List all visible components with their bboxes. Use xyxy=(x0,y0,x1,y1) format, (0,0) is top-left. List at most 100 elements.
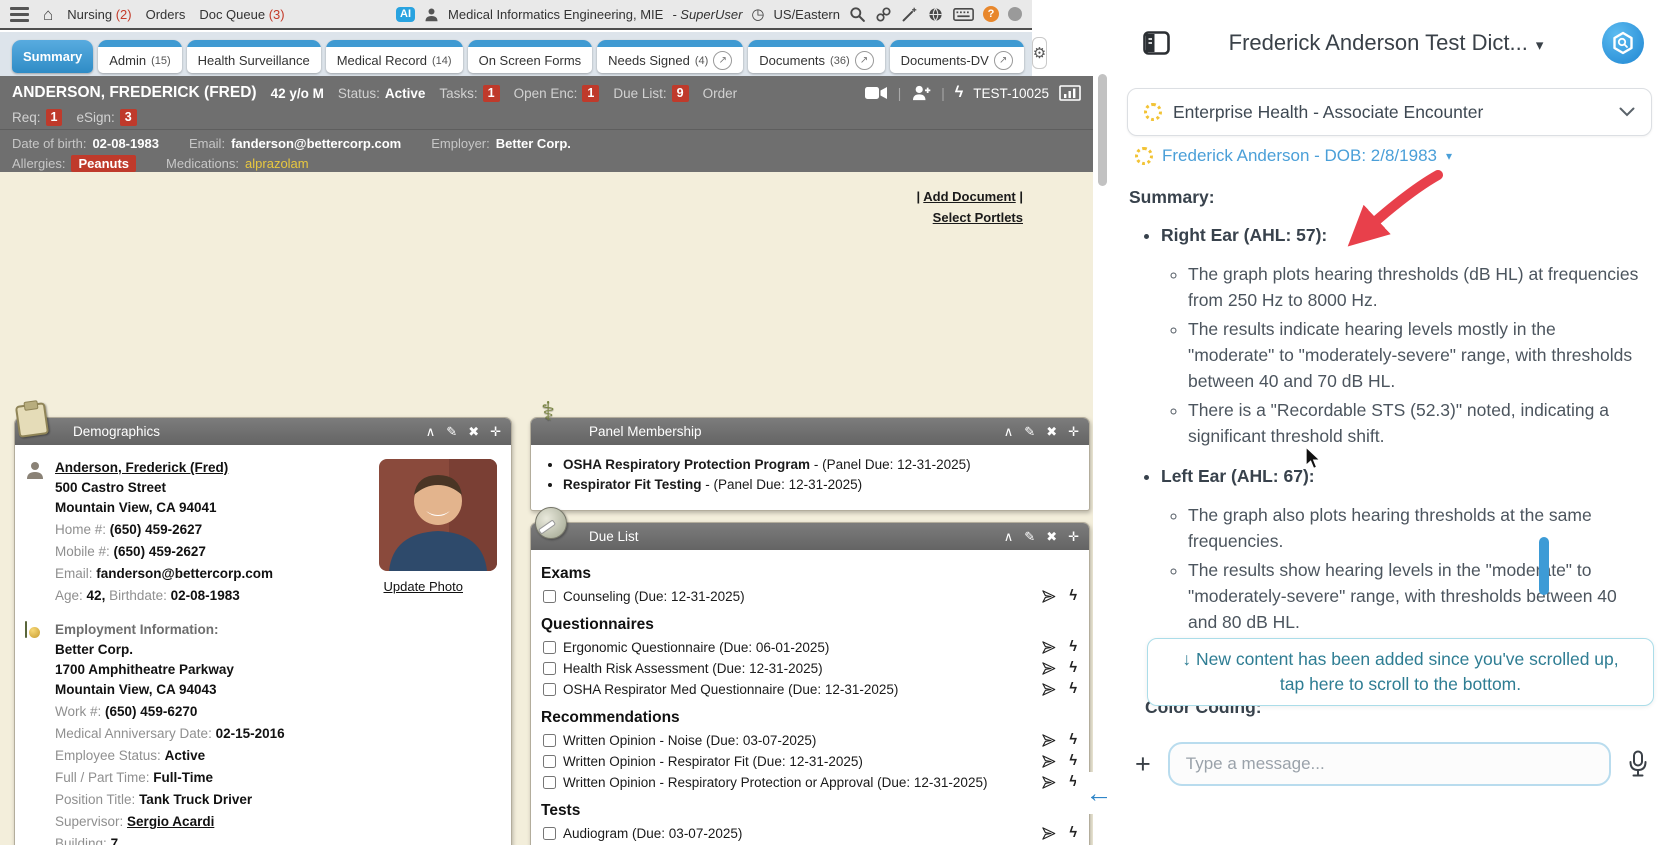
clock-icon[interactable]: ◷ xyxy=(751,5,764,23)
edit-icon[interactable]: ✎ xyxy=(446,425,457,438)
patient-name-link[interactable]: Anderson, Frederick (Fred) xyxy=(55,460,228,475)
add-person-icon[interactable] xyxy=(911,85,931,101)
esign-badge[interactable]: 3 xyxy=(119,108,137,126)
req-badge[interactable]: 1 xyxy=(45,108,63,126)
send-order-icon[interactable] xyxy=(1041,682,1056,697)
microphone-icon[interactable] xyxy=(1628,750,1648,778)
due-item-checkbox[interactable] xyxy=(543,776,556,789)
tab-summary[interactable]: Summary xyxy=(12,40,94,73)
send-order-icon[interactable] xyxy=(1041,733,1056,748)
video-camera-icon[interactable] xyxy=(864,86,888,100)
due-list-header[interactable]: Due List ∧ ✎ ✖ ✛ xyxy=(531,507,1089,550)
perform-now-bolt-icon[interactable]: ϟ xyxy=(1069,733,1077,748)
close-icon[interactable]: ✖ xyxy=(1046,425,1057,438)
edit-icon[interactable]: ✎ xyxy=(1024,530,1035,543)
popout-icon[interactable]: ↗ xyxy=(854,51,874,70)
panel-membership-header[interactable]: ⚕ Panel Membership ∧ ✎ ✖ ✛ xyxy=(531,398,1089,445)
perform-now-bolt-icon[interactable]: ϟ xyxy=(1069,826,1077,841)
send-order-icon[interactable] xyxy=(1041,640,1056,655)
close-icon[interactable]: ✖ xyxy=(1046,530,1057,543)
home-icon[interactable]: ⌂ xyxy=(43,6,53,23)
tab-needs-signed[interactable]: Needs Signed (4) ↗ xyxy=(597,40,744,73)
menu-icon[interactable] xyxy=(10,6,29,22)
send-order-icon[interactable] xyxy=(1041,661,1056,676)
help-icon[interactable]: ? xyxy=(983,6,999,22)
globe-icon[interactable] xyxy=(927,6,944,23)
collapse-icon[interactable]: ∧ xyxy=(426,425,436,438)
edit-icon[interactable]: ✎ xyxy=(1024,425,1035,438)
perform-now-bolt-icon[interactable]: ϟ xyxy=(1069,754,1077,769)
perform-now-bolt-icon[interactable]: ϟ xyxy=(1069,589,1077,604)
session-title-dropdown[interactable]: Frederick Anderson Test Dict... ▾ xyxy=(1170,30,1602,56)
wand-icon[interactable] xyxy=(901,6,918,23)
medication-value[interactable]: alprazolam xyxy=(245,156,309,171)
update-photo-link[interactable]: Update Photo xyxy=(383,577,463,596)
tab-medical-record[interactable]: Medical Record (14) xyxy=(325,40,463,73)
close-icon[interactable]: ✖ xyxy=(468,425,479,438)
due-item-checkbox[interactable] xyxy=(543,683,556,696)
portlet-title: Panel Membership xyxy=(589,424,702,439)
due-list-badge[interactable]: 9 xyxy=(671,84,689,102)
search-icon[interactable] xyxy=(849,6,866,23)
tab-admin[interactable]: Admin (15) xyxy=(98,40,182,73)
collapse-icon[interactable]: ∧ xyxy=(1004,425,1014,438)
order-link[interactable]: Order xyxy=(703,86,738,101)
due-item-checkbox[interactable] xyxy=(543,590,556,603)
allergy-chip[interactable]: Peanuts xyxy=(71,154,137,172)
move-icon[interactable]: ✛ xyxy=(1068,530,1079,543)
assistant-scrollbar-thumb[interactable] xyxy=(1539,537,1549,595)
chart-icon[interactable] xyxy=(1059,84,1081,102)
due-item-checkbox[interactable] xyxy=(543,734,556,747)
summary-sub-bullet: The results show hearing levels in the "… xyxy=(1188,557,1642,635)
sidebar-toggle-icon[interactable] xyxy=(1143,31,1170,55)
send-order-icon[interactable] xyxy=(1041,589,1056,604)
popout-icon[interactable]: ↗ xyxy=(713,51,733,70)
assistant-patient-dropdown[interactable]: Frederick Anderson - DOB: 2/8/1983 ▾ xyxy=(1135,146,1452,166)
open-enc-badge[interactable]: 1 xyxy=(582,84,600,102)
left-scrollbar-track[interactable] xyxy=(1093,58,1113,845)
demographics-header[interactable]: Demographics ∧ ✎ ✖ ✛ xyxy=(14,400,511,445)
nav-doc-queue[interactable]: Doc Queue (3) xyxy=(199,7,284,22)
popout-icon[interactable]: ↗ xyxy=(993,51,1013,70)
left-scrollbar-thumb[interactable] xyxy=(1098,74,1107,186)
message-input[interactable] xyxy=(1167,742,1611,786)
keyboard-icon[interactable] xyxy=(953,7,974,22)
collapse-panel-button[interactable]: ← xyxy=(1076,772,1122,814)
new-content-toast[interactable]: ↓ New content has been added since you'v… xyxy=(1147,638,1654,706)
due-item-label: Audiogram (Due: 03-07-2025) xyxy=(563,826,743,841)
tab-documents[interactable]: Documents (36) ↗ xyxy=(748,40,885,73)
due-item-checkbox[interactable] xyxy=(543,641,556,654)
due-item-checkbox[interactable] xyxy=(543,755,556,768)
add-document-link[interactable]: Add Document xyxy=(923,189,1015,204)
add-attachment-button[interactable]: + xyxy=(1135,750,1151,778)
tab-documents-dv[interactable]: Documents-DV ↗ xyxy=(889,40,1024,73)
status-dot-icon[interactable] xyxy=(1008,7,1022,21)
nav-orders[interactable]: Orders xyxy=(146,7,186,22)
assistant-logo-icon[interactable] xyxy=(1602,22,1644,64)
move-icon[interactable]: ✛ xyxy=(490,425,501,438)
perform-now-bolt-icon[interactable]: ϟ xyxy=(1069,661,1077,676)
perform-now-bolt-icon[interactable]: ϟ xyxy=(1069,682,1077,697)
link-icon[interactable] xyxy=(875,6,892,23)
settings-gears-icon[interactable]: ⚙ xyxy=(1031,36,1048,69)
tasks-badge[interactable]: 1 xyxy=(482,84,500,102)
assistant-header: Frederick Anderson Test Dict... ▾ xyxy=(1143,22,1644,64)
send-order-icon[interactable] xyxy=(1041,754,1056,769)
nav-nursing[interactable]: Nursing (2) xyxy=(67,7,131,22)
move-icon[interactable]: ✛ xyxy=(1068,425,1079,438)
send-order-icon[interactable] xyxy=(1041,775,1056,790)
ai-badge-icon[interactable]: AI xyxy=(396,6,416,22)
due-list-icon xyxy=(535,507,567,539)
timezone-label[interactable]: US/Eastern xyxy=(774,7,840,22)
due-item-checkbox[interactable] xyxy=(543,827,556,840)
quick-action-bolt-icon[interactable]: ϟ xyxy=(955,85,963,101)
supervisor-link[interactable]: Sergio Acardi xyxy=(127,814,214,829)
select-portlets-link[interactable]: Select Portlets xyxy=(933,210,1023,225)
send-order-icon[interactable] xyxy=(1041,826,1056,841)
due-item-checkbox[interactable] xyxy=(543,662,556,675)
collapse-icon[interactable]: ∧ xyxy=(1004,530,1014,543)
tab-health-surveillance[interactable]: Health Surveillance xyxy=(186,40,321,73)
encounter-selector[interactable]: Enterprise Health - Associate Encounter xyxy=(1127,88,1652,136)
tab-on-screen-forms[interactable]: On Screen Forms xyxy=(467,40,593,73)
perform-now-bolt-icon[interactable]: ϟ xyxy=(1069,640,1077,655)
